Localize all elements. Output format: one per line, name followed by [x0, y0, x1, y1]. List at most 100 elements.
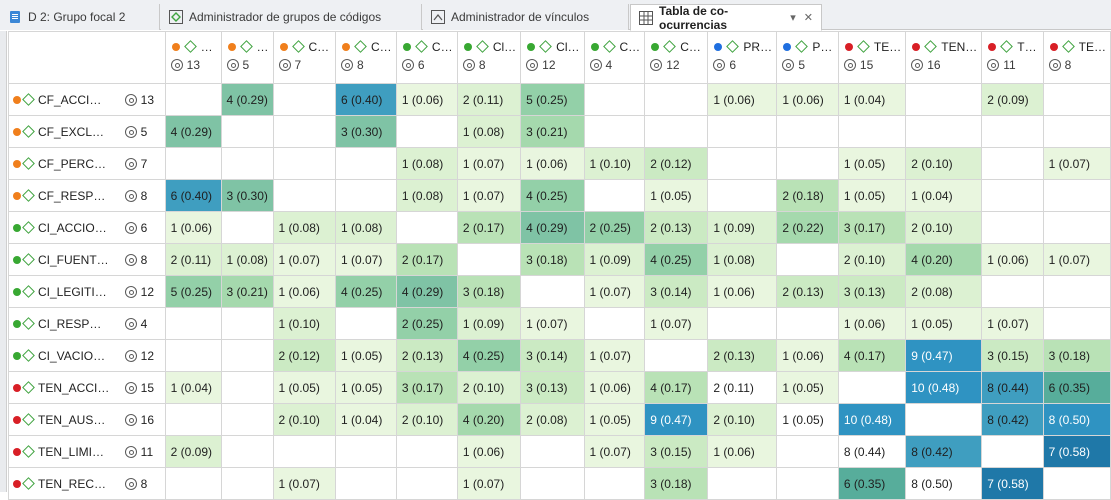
tab-cooccurrence-table[interactable]: Tabla de co-ocurrencias ▾ ✕: [630, 4, 822, 32]
cooccurrence-cell[interactable]: 1 (0.05): [776, 403, 839, 436]
cooccurrence-cell[interactable]: 1 (0.06): [707, 275, 778, 308]
cooccurrence-cell[interactable]: [220, 307, 274, 340]
cooccurrence-cell[interactable]: [220, 339, 274, 372]
cooccurrence-cell[interactable]: 2 (0.10): [837, 243, 907, 276]
cooccurrence-cell[interactable]: 1 (0.06): [520, 147, 585, 180]
cooccurrence-cell[interactable]: 2 (0.17): [395, 243, 458, 276]
cooccurrence-cell[interactable]: 8 (0.42): [905, 435, 983, 468]
left-splitter[interactable]: [0, 31, 7, 492]
cooccurrence-cell[interactable]: [905, 83, 983, 116]
column-header[interactable]: TE… 15: [837, 31, 907, 84]
cooccurrence-cell[interactable]: [707, 179, 778, 212]
cooccurrence-cell[interactable]: [837, 115, 907, 148]
row-header[interactable]: CF_ACCIO… 13: [8, 83, 166, 116]
cooccurrence-cell[interactable]: [776, 307, 839, 340]
cooccurrence-cell[interactable]: [395, 467, 458, 500]
cooccurrence-cell[interactable]: 1 (0.06): [272, 275, 336, 308]
cooccurrence-cell[interactable]: 4 (0.25): [644, 243, 709, 276]
cooccurrence-cell[interactable]: 4 (0.25): [456, 339, 522, 372]
cooccurrence-cell[interactable]: 1 (0.06): [456, 435, 522, 468]
cooccurrence-cell[interactable]: [334, 307, 397, 340]
cooccurrence-cell[interactable]: 1 (0.08): [456, 115, 522, 148]
cooccurrence-cell[interactable]: 1 (0.05): [334, 371, 397, 404]
cooccurrence-cell[interactable]: 1 (0.07): [334, 243, 397, 276]
cooccurrence-cell[interactable]: 7 (0.58): [1042, 435, 1111, 468]
cooccurrence-cell[interactable]: [220, 371, 274, 404]
cooccurrence-cell[interactable]: 4 (0.20): [905, 243, 983, 276]
cooccurrence-cell[interactable]: [776, 115, 839, 148]
cooccurrence-cell[interactable]: [334, 147, 397, 180]
cooccurrence-cell[interactable]: 4 (0.29): [220, 83, 274, 116]
cooccurrence-cell[interactable]: [776, 243, 839, 276]
column-header[interactable]: TE… 8: [1042, 31, 1111, 84]
cooccurrence-cell[interactable]: [1042, 275, 1111, 308]
cooccurrence-cell[interactable]: 5 (0.25): [520, 83, 585, 116]
cooccurrence-cell[interactable]: [164, 339, 222, 372]
cooccurrence-cell[interactable]: [981, 275, 1044, 308]
cooccurrence-cell[interactable]: 2 (0.10): [905, 147, 983, 180]
cooccurrence-cell[interactable]: 1 (0.06): [707, 83, 778, 116]
cooccurrence-cell[interactable]: 2 (0.25): [395, 307, 458, 340]
row-header[interactable]: CF_RESPUE… 8: [8, 179, 166, 212]
cooccurrence-cell[interactable]: 6 (0.35): [837, 467, 907, 500]
cooccurrence-cell[interactable]: [272, 147, 336, 180]
cooccurrence-cell[interactable]: 1 (0.04): [334, 403, 397, 436]
cooccurrence-cell[interactable]: 1 (0.07): [272, 467, 336, 500]
cooccurrence-cell[interactable]: [644, 83, 709, 116]
cooccurrence-cell[interactable]: 1 (0.05): [837, 147, 907, 180]
cooccurrence-cell[interactable]: 2 (0.08): [520, 403, 585, 436]
cooccurrence-cell[interactable]: 10 (0.48): [837, 403, 907, 436]
tab-grupo-focal[interactable]: D 2: Grupo focal 2: [0, 4, 160, 30]
column-header[interactable]: … 13: [164, 31, 222, 84]
cooccurrence-cell[interactable]: [707, 307, 778, 340]
cooccurrence-cell[interactable]: [164, 147, 222, 180]
cooccurrence-cell[interactable]: 1 (0.06): [776, 83, 839, 116]
cooccurrence-cell[interactable]: 1 (0.06): [776, 339, 839, 372]
cooccurrence-cell[interactable]: [981, 179, 1044, 212]
cooccurrence-cell[interactable]: [272, 115, 336, 148]
cooccurrence-cell[interactable]: [776, 467, 839, 500]
column-header[interactable]: P… 5: [776, 31, 839, 84]
cooccurrence-cell[interactable]: 1 (0.06): [707, 435, 778, 468]
cooccurrence-cell[interactable]: [220, 115, 274, 148]
cooccurrence-cell[interactable]: 1 (0.08): [220, 243, 274, 276]
row-header[interactable]: CF_PERCEP… 7: [8, 147, 166, 180]
cooccurrence-cell[interactable]: [334, 435, 397, 468]
cooccurrence-cell[interactable]: 8 (0.42): [981, 403, 1044, 436]
cooccurrence-cell[interactable]: [334, 467, 397, 500]
cooccurrence-cell[interactable]: [905, 115, 983, 148]
cooccurrence-cell[interactable]: 4 (0.29): [395, 275, 458, 308]
cooccurrence-cell[interactable]: 3 (0.13): [520, 371, 585, 404]
cooccurrence-cell[interactable]: 4 (0.17): [837, 339, 907, 372]
cooccurrence-cell[interactable]: 2 (0.22): [776, 211, 839, 244]
column-header[interactable]: TEN… 16: [905, 31, 983, 84]
cooccurrence-cell[interactable]: 5 (0.25): [164, 275, 222, 308]
dropdown-caret-icon[interactable]: ▾: [790, 11, 796, 24]
cooccurrence-cell[interactable]: [583, 179, 646, 212]
row-header[interactable]: CI_RESPUES… 4: [8, 307, 166, 340]
cooccurrence-cell[interactable]: 4 (0.17): [644, 371, 709, 404]
cooccurrence-cell[interactable]: 1 (0.07): [1042, 147, 1111, 180]
cooccurrence-cell[interactable]: 3 (0.30): [220, 179, 274, 212]
tab-links-manager[interactable]: Administrador de vínculos: [423, 4, 629, 30]
row-header[interactable]: CI_LEGITIMI… 12: [8, 275, 166, 308]
cooccurrence-cell[interactable]: 4 (0.29): [164, 115, 222, 148]
cooccurrence-cell[interactable]: 2 (0.11): [456, 83, 522, 116]
cooccurrence-cell[interactable]: [1042, 467, 1111, 500]
cooccurrence-cell[interactable]: 2 (0.10): [395, 403, 458, 436]
cooccurrence-cell[interactable]: 3 (0.30): [334, 115, 397, 148]
cooccurrence-cell[interactable]: [520, 467, 585, 500]
cooccurrence-cell[interactable]: 1 (0.08): [395, 179, 458, 212]
cooccurrence-cell[interactable]: [395, 211, 458, 244]
cooccurrence-cell[interactable]: 1 (0.07): [981, 307, 1044, 340]
cooccurrence-cell[interactable]: [395, 435, 458, 468]
column-header[interactable]: C… 8: [334, 31, 397, 84]
cooccurrence-cell[interactable]: [1042, 115, 1111, 148]
column-header[interactable]: … 5: [220, 31, 274, 84]
cooccurrence-cell[interactable]: 1 (0.07): [1042, 243, 1111, 276]
cooccurrence-cell[interactable]: 2 (0.13): [395, 339, 458, 372]
column-header[interactable]: PR… 6: [707, 31, 778, 84]
tab-code-groups[interactable]: Administrador de grupos de códigos: [161, 4, 422, 30]
cooccurrence-cell[interactable]: 3 (0.13): [837, 275, 907, 308]
cooccurrence-cell[interactable]: 3 (0.18): [520, 243, 585, 276]
